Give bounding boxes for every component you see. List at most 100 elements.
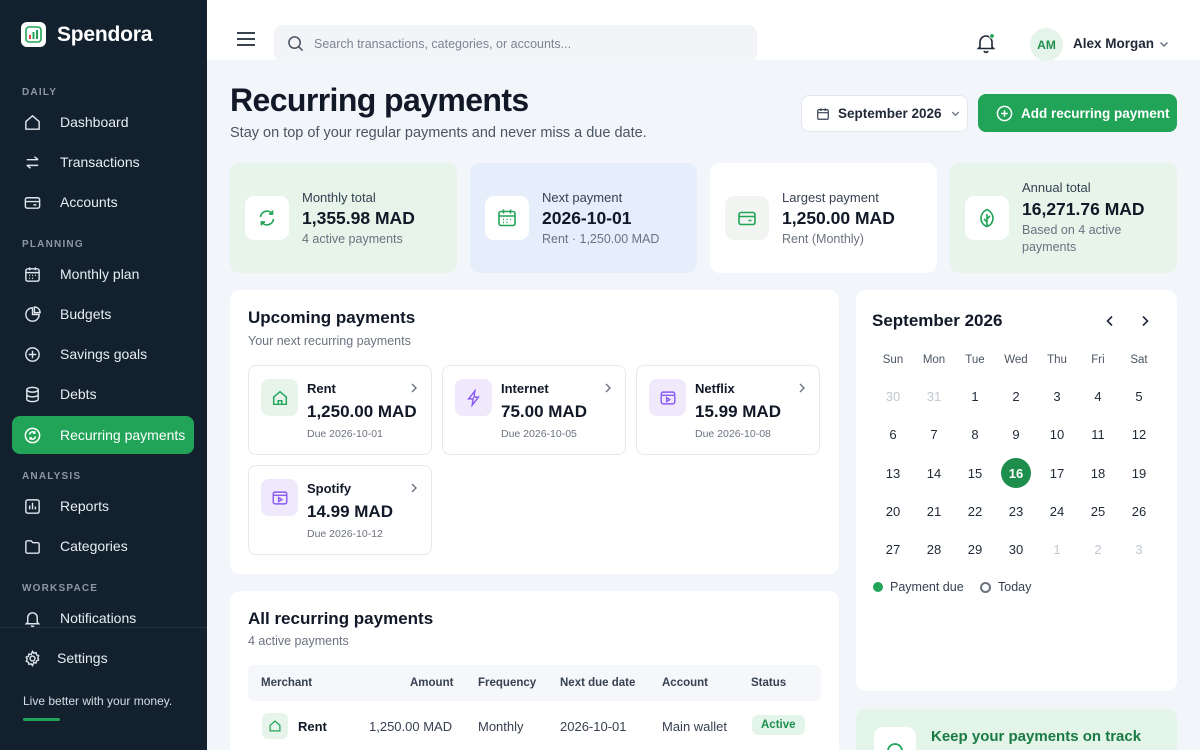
column-header-account[interactable]: Account — [662, 677, 708, 689]
page-title: Recurring payments — [230, 82, 529, 118]
user-name[interactable]: Alex Morgan — [1073, 36, 1154, 51]
chevron-left-icon[interactable] — [1103, 314, 1117, 328]
sidebar-item-recurring-payments[interactable]: Recurring payments — [12, 416, 194, 454]
calendar-day[interactable]: 1 — [1042, 534, 1072, 564]
stat-sub: 4 active payments — [302, 232, 403, 246]
column-header-amount[interactable]: Amount — [410, 677, 453, 689]
amount-cell: 1,250.00 MAD — [369, 719, 453, 734]
panel-subtitle: Your next recurring payments — [248, 334, 411, 348]
chevron-right-icon[interactable] — [1138, 314, 1152, 328]
sidebar-item-notifications[interactable]: Notifications — [12, 599, 194, 637]
brand[interactable]: Spendora — [21, 22, 152, 47]
target-icon — [874, 727, 916, 750]
payment-name: Rent — [307, 381, 336, 396]
bell-icon — [24, 611, 41, 627]
sidebar-item-reports[interactable]: Reports — [12, 487, 194, 525]
all-recurring-payments-panel: All recurring payments 4 active payments… — [230, 591, 839, 750]
calendar-day[interactable]: 26 — [1124, 496, 1154, 526]
panel-subtitle: 4 active payments — [248, 634, 349, 648]
calendar-day[interactable]: 17 — [1042, 458, 1072, 488]
notification-bell-icon[interactable] — [974, 31, 998, 55]
sidebar-item-dashboard[interactable]: Dashboard — [12, 103, 194, 141]
search-input[interactable] — [314, 36, 734, 51]
upcoming-card-internet[interactable]: Internet 75.00 MAD Due 2026-10-05 — [442, 365, 626, 455]
weekday-label: Mon — [922, 354, 946, 366]
calendar-day[interactable]: 27 — [878, 534, 908, 564]
calendar-day-selected[interactable]: 16 — [1001, 458, 1031, 488]
calendar-day[interactable]: 5 — [1124, 381, 1154, 411]
sidebar-item-debts[interactable]: Debts — [12, 375, 194, 413]
calendar-day[interactable]: 23 — [1001, 496, 1031, 526]
calendar-day[interactable]: 11 — [1083, 419, 1113, 449]
payment-due-date: Due 2026-10-01 — [307, 428, 383, 440]
column-header-next-due-date[interactable]: Next due date — [560, 677, 635, 689]
calendar-icon — [25, 266, 40, 282]
calendar-day[interactable]: 15 — [960, 458, 990, 488]
search-bar[interactable] — [274, 25, 757, 62]
chevron-right-icon — [799, 383, 805, 393]
calendar-day[interactable]: 14 — [919, 458, 949, 488]
calendar-day[interactable]: 20 — [878, 496, 908, 526]
sidebar-item-monthly-plan[interactable]: Monthly plan — [12, 255, 194, 293]
sidebar-item-categories[interactable]: Categories — [12, 527, 194, 565]
calendar-day[interactable]: 13 — [878, 458, 908, 488]
calendar-day[interactable]: 28 — [919, 534, 949, 564]
table-row[interactable]: Rent 1,250.00 MAD Monthly 2026-10-01 Mai… — [248, 706, 821, 746]
stat-label: Monthly total — [302, 190, 376, 205]
calendar-day[interactable]: 2 — [1083, 534, 1113, 564]
calendar-day[interactable]: 1 — [960, 381, 990, 411]
calendar-day[interactable]: 3 — [1124, 534, 1154, 564]
sidebar-item-budgets[interactable]: Budgets — [12, 295, 194, 333]
calendar-day[interactable]: 10 — [1042, 419, 1072, 449]
sidebar-item-transactions[interactable]: Transactions — [12, 143, 194, 181]
calendar-day[interactable]: 4 — [1083, 381, 1113, 411]
tagline: Live better with your money. — [23, 694, 173, 708]
wallet-icon — [24, 196, 41, 209]
calendar-title: September 2026 — [872, 311, 1003, 330]
calendar-day[interactable]: 8 — [960, 419, 990, 449]
upcoming-card-netflix[interactable]: Netflix 15.99 MAD Due 2026-10-08 — [636, 365, 820, 455]
column-header-merchant[interactable]: Merchant — [261, 677, 312, 689]
calendar-day[interactable]: 30 — [878, 381, 908, 411]
calendar-day[interactable]: 22 — [960, 496, 990, 526]
sidebar-item-label: Transactions — [60, 154, 140, 170]
target-icon — [25, 346, 40, 362]
avatar[interactable]: AM — [1030, 28, 1063, 61]
payment-due-date: Due 2026-10-08 — [695, 428, 771, 440]
calendar-day[interactable]: 21 — [919, 496, 949, 526]
stat-card-annual-total: Annual total 16,271.76 MAD Based on 4 ac… — [950, 163, 1177, 273]
calendar-day[interactable]: 18 — [1083, 458, 1113, 488]
column-header-status[interactable]: Status — [751, 677, 786, 689]
calendar-day[interactable]: 31 — [919, 381, 949, 411]
calendar-day[interactable]: 19 — [1124, 458, 1154, 488]
chevron-right-icon — [605, 383, 611, 393]
sidebar-item-accounts[interactable]: Accounts — [12, 183, 194, 221]
calendar-day[interactable]: 9 — [1001, 419, 1031, 449]
section-label-planning: PLANNING — [22, 239, 84, 250]
calendar-day[interactable]: 29 — [960, 534, 990, 564]
column-header-frequency[interactable]: Frequency — [478, 677, 536, 689]
sidebar-item-settings[interactable]: Settings — [12, 639, 194, 677]
calendar-day[interactable]: 6 — [878, 419, 908, 449]
calendar-day[interactable]: 3 — [1042, 381, 1072, 411]
calendar-day[interactable]: 24 — [1042, 496, 1072, 526]
upcoming-card-spotify[interactable]: Spotify 14.99 MAD Due 2026-10-12 — [248, 465, 432, 555]
sidebar-item-savings-goals[interactable]: Savings goals — [12, 335, 194, 373]
calendar-day[interactable]: 30 — [1001, 534, 1031, 564]
calendar-day[interactable]: 7 — [919, 419, 949, 449]
hamburger-menu-icon[interactable] — [236, 31, 256, 47]
month-picker[interactable]: September 2026 — [801, 95, 968, 132]
payment-due-dot-icon — [873, 582, 883, 592]
tip-card[interactable]: Keep your payments on track — [856, 709, 1177, 750]
calendar-day[interactable]: 12 — [1124, 419, 1154, 449]
add-recurring-payment-button[interactable]: Add recurring payment — [978, 94, 1177, 132]
tip-title: Keep your payments on track — [931, 728, 1142, 745]
plus-circle-icon — [996, 105, 1013, 121]
calendar-day[interactable]: 2 — [1001, 381, 1031, 411]
sidebar-item-label: Budgets — [60, 306, 112, 322]
chevron-down-icon[interactable] — [1158, 38, 1170, 50]
sidebar: Spendora DAILY Dashboard Transactions Ac… — [0, 0, 207, 750]
stat-sub: Based on 4 active payments — [1022, 223, 1122, 254]
calendar-day[interactable]: 25 — [1083, 496, 1113, 526]
upcoming-card-rent[interactable]: Rent 1,250.00 MAD Due 2026-10-01 — [248, 365, 432, 455]
